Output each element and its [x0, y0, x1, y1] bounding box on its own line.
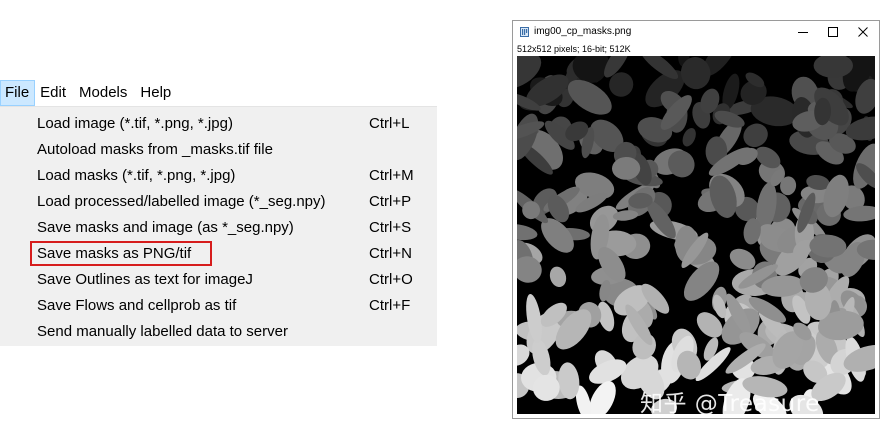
menu-item-send-labelled-data[interactable]: Send manually labelled data to server [0, 319, 437, 345]
menu-bar: File Edit Models Help [0, 80, 437, 107]
minimize-icon [798, 32, 808, 33]
segmentation-mask-image [517, 56, 875, 414]
menu-item-save-flows[interactable]: Save Flows and cellprob as tif Ctrl+F [0, 293, 437, 319]
menu-item-load-processed[interactable]: Load processed/labelled image (*_seg.npy… [0, 189, 437, 215]
menu-item-label: Send manually labelled data to server [37, 323, 288, 340]
highlight-box [30, 241, 212, 266]
menu-item-autoload-masks[interactable]: Autoload masks from _masks.tif file [0, 137, 437, 163]
menu-item-shortcut: Ctrl+N [369, 245, 412, 262]
menu-item-load-masks[interactable]: Load masks (*.tif, *.png, *.jpg) Ctrl+M [0, 163, 437, 189]
menu-item-label: Load processed/labelled image (*_seg.npy… [37, 193, 326, 210]
maximize-button[interactable] [818, 23, 848, 41]
menu-help[interactable]: Help [135, 80, 179, 106]
menu-item-save-outlines[interactable]: Save Outlines as text for imageJ Ctrl+O [0, 267, 437, 293]
image-window: img00_cp_masks.png 512x512 pixels; 16-bi… [512, 20, 880, 419]
menu-edit[interactable]: Edit [35, 80, 74, 106]
window-title: img00_cp_masks.png [534, 26, 632, 37]
menu-item-shortcut: Ctrl+L [369, 115, 410, 132]
menu-file[interactable]: File [0, 80, 36, 106]
menu-item-label: Autoload masks from _masks.tif file [37, 141, 273, 158]
menu-item-label: Save masks and image (as *_seg.npy) [37, 219, 294, 236]
menu-models[interactable]: Models [74, 80, 135, 106]
title-bar[interactable]: img00_cp_masks.png [513, 21, 879, 43]
menu-item-shortcut: Ctrl+O [369, 271, 413, 288]
menu-item-label: Save Outlines as text for imageJ [37, 271, 253, 288]
mask-image-canvas[interactable] [517, 56, 875, 414]
menu-item-shortcut: Ctrl+S [369, 219, 412, 236]
image-info: 512x512 pixels; 16-bit; 512K [517, 44, 631, 54]
watermark: 知乎 @Treasure [640, 391, 820, 417]
mask-cell [517, 223, 538, 241]
image-file-icon [520, 27, 529, 37]
menu-item-shortcut: Ctrl+M [369, 167, 414, 184]
menu-item-label: Load image (*.tif, *.png, *.jpg) [37, 115, 233, 132]
minimize-button[interactable] [788, 23, 818, 41]
close-button[interactable] [848, 23, 878, 41]
close-icon [858, 27, 868, 37]
menu-item-save-masks-and-image[interactable]: Save masks and image (as *_seg.npy) Ctrl… [0, 215, 437, 241]
menu-item-label: Save Flows and cellprob as tif [37, 297, 237, 314]
mask-cell [549, 266, 567, 288]
maximize-icon [828, 27, 838, 37]
file-menu-dropdown: Load image (*.tif, *.png, *.jpg) Ctrl+L … [0, 107, 437, 346]
menu-item-label: Load masks (*.tif, *.png, *.jpg) [37, 167, 236, 184]
menu-item-shortcut: Ctrl+F [369, 297, 411, 314]
menu-item-load-image[interactable]: Load image (*.tif, *.png, *.jpg) Ctrl+L [0, 111, 437, 137]
menu-item-shortcut: Ctrl+P [369, 193, 412, 210]
